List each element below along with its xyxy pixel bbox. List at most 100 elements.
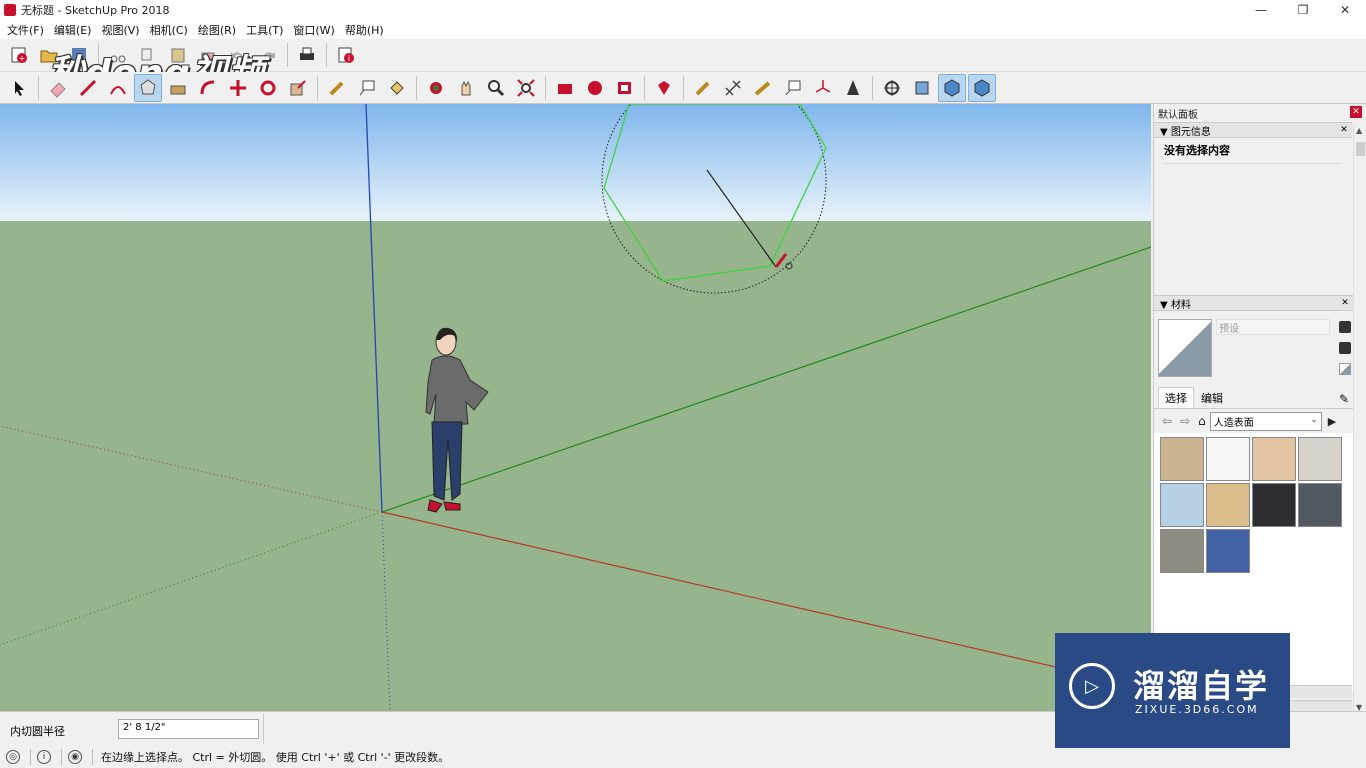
credits-icon[interactable]: i [37,749,51,764]
measurement-input[interactable]: 2' 8 1/2" [118,719,259,739]
material-collection-select[interactable]: 人造表面 ⌄ [1209,411,1322,431]
tray-scrollbar[interactable]: ▲ ▼ [1353,124,1366,714]
look-around-icon[interactable] [938,73,966,102]
menu-window[interactable]: 窗口(W) [288,22,339,38]
tab-edit[interactable]: 编辑 [1194,387,1230,408]
eraser-icon[interactable] [44,74,72,102]
material-name-field[interactable]: 预设 [1216,319,1330,335]
zoom-icon[interactable] [482,74,510,102]
menu-view[interactable]: 视图(V) [96,22,144,38]
back-icon[interactable]: ⇦ [1162,414,1172,428]
scroll-thumb[interactable] [1356,142,1365,156]
material-swatch[interactable] [1206,437,1250,481]
sky [0,104,1151,221]
polygon-icon[interactable] [134,73,162,102]
pan-icon[interactable] [452,74,480,102]
close-button[interactable]: ✕ [1324,0,1366,20]
protractor-icon[interactable] [749,74,777,102]
svg-text:+: + [19,54,26,63]
3d-text-icon[interactable] [779,74,807,102]
window-title: 无标题 - SketchUp Pro 2018 [21,4,170,17]
menu-help[interactable]: 帮助(H) [340,22,389,38]
warehouse-icon[interactable] [551,74,579,102]
forward-icon[interactable]: ⇨ [1180,414,1190,428]
menu-edit[interactable]: 编辑(E) [49,22,97,38]
drawing-viewport[interactable] [0,104,1151,711]
material-swatch[interactable] [1252,437,1296,481]
iso-view-icon[interactable] [968,73,996,102]
new-model-icon[interactable]: + [5,41,33,69]
tape-measure-icon[interactable] [689,74,717,102]
tray-title: 默认面板 ✕ [1154,104,1366,122]
ruby-icon[interactable] [650,74,678,102]
toolbar-separator [287,43,288,67]
material-swatch[interactable] [1160,529,1204,573]
push-pull-icon[interactable] [164,74,192,102]
paint-bucket-icon[interactable] [383,74,411,102]
display-secondary-icon[interactable] [1339,321,1351,333]
materials-close-icon[interactable]: ✕ [1339,297,1351,309]
default-tray: 默认面板 ✕ ▼ 图元信息 ✕ 没有选择内容 ▲ ▼ ▼ 材料 ✕ 预设 选择 … [1153,104,1366,714]
default-material-icon[interactable] [1339,363,1351,375]
move-icon[interactable] [224,74,252,102]
material-swatch[interactable] [1160,483,1204,527]
measurement-label: 内切圆半径 [10,725,65,738]
toolbar-separator [872,75,873,100]
sketchup-window: 无标题 - SketchUp Pro 2018 — ❐ ✕ 文件(F) 编辑(E… [0,0,1366,768]
model-info-icon[interactable]: i [332,41,360,69]
tape-measure-icon[interactable] [323,74,351,102]
entity-info-empty-text: 没有选择内容 [1164,144,1230,157]
menu-file[interactable]: 文件(F) [2,22,49,38]
scroll-up-icon[interactable]: ▲ [1356,126,1362,135]
geo-location-icon[interactable]: ◎ [6,749,20,764]
section-icon[interactable] [839,74,867,102]
tray-close-icon[interactable]: ✕ [1350,106,1362,118]
text-icon[interactable] [353,74,381,102]
axes-icon[interactable] [809,74,837,102]
materials-title: ▼ 材料 [1160,299,1191,311]
select-icon[interactable] [5,74,33,102]
toolbar-separator [326,43,327,67]
menu-tools[interactable]: 工具(T) [241,22,288,38]
restore-button[interactable]: ❐ [1282,0,1324,20]
walk-icon[interactable] [908,74,936,102]
menu-camera[interactable]: 相机(C) [145,22,193,38]
follow-me-icon[interactable] [194,74,222,102]
materials-header[interactable]: ▼ 材料 ✕ [1154,295,1353,311]
large-tool-set-toolbar [0,72,1366,104]
material-swatch[interactable] [1298,437,1342,481]
materials-nav: ⇦ ⇨ ⌂ 人造表面 ⌄ ▶ [1154,409,1353,433]
home-icon[interactable]: ⌂ [1198,414,1206,428]
menu-draw[interactable]: 绘图(R) [193,22,241,38]
eyedropper-icon[interactable]: ✎ [1339,392,1349,406]
material-swatch[interactable] [1206,529,1250,573]
details-arrow-icon[interactable]: ▶ [1328,415,1336,428]
layout-icon[interactable] [611,74,639,102]
minimize-button[interactable]: — [1240,0,1282,20]
zoom-extents-icon[interactable] [512,74,540,102]
create-material-icon[interactable] [1339,342,1351,354]
materials-tabs: 选择 编辑 ✎ [1154,387,1353,409]
extension-warehouse-icon[interactable] [581,74,609,102]
user-icon[interactable]: ◉ [68,749,82,764]
entity-info-header[interactable]: ▼ 图元信息 ✕ [1154,122,1352,138]
material-swatch[interactable] [1160,437,1204,481]
position-camera-icon[interactable] [878,74,906,102]
title-bar: 无标题 - SketchUp Pro 2018 — ❐ ✕ [0,0,1366,20]
print-icon[interactable] [293,41,321,69]
scale-icon[interactable] [284,74,312,102]
rotate-icon[interactable] [254,74,282,102]
watermark-url: ZIXUE.3D66.COM [1135,703,1259,716]
status-text: 在边缘上选择点。 Ctrl = 外切圆。 使用 Ctrl '+' 或 Ctrl … [101,750,450,764]
material-swatch[interactable] [1206,483,1250,527]
dimension-icon[interactable] [719,74,747,102]
material-swatch[interactable] [1298,483,1342,527]
entity-info-body: 没有选择内容 [1154,138,1352,288]
tab-select[interactable]: 选择 [1158,387,1194,408]
arc-icon[interactable] [104,74,132,102]
line-icon[interactable] [74,74,102,102]
material-swatch[interactable] [1252,483,1296,527]
entity-info-close-icon[interactable]: ✕ [1338,124,1350,136]
orbit-icon[interactable] [422,74,450,102]
current-material-swatch [1158,319,1212,377]
